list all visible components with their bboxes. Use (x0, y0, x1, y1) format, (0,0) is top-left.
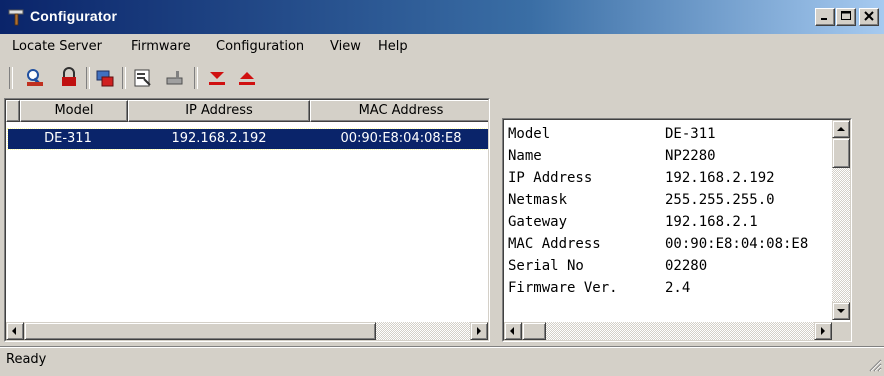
cell-mac-address: 00:90:E8:04:08:E8 (340, 131, 462, 146)
detail-value: NP2280 (665, 148, 716, 164)
status-divider (0, 347, 884, 348)
detail-value: 192.168.2.192 (665, 170, 775, 186)
menu-configuration[interactable]: Configuration (216, 39, 304, 54)
detail-value: 02280 (665, 258, 708, 274)
resize-grip-icon[interactable] (868, 358, 882, 372)
toolbar-separator (86, 67, 90, 89)
details-horizontal-scrollbar[interactable] (504, 322, 832, 340)
detail-value: 255.255.255.0 (665, 192, 775, 208)
unlock-server-icon[interactable] (58, 67, 80, 89)
menu-locate-server[interactable]: Locate Server (12, 39, 102, 54)
upgrade-firmware-icon[interactable] (94, 67, 116, 89)
arrow-up-icon (833, 125, 849, 133)
close-button[interactable] (859, 8, 879, 26)
column-header-blank[interactable] (6, 100, 20, 122)
minimize-button[interactable] (815, 8, 835, 26)
download-icon[interactable] (206, 67, 228, 89)
menu-help[interactable]: Help (378, 39, 408, 54)
toolbar-grip[interactable] (9, 67, 13, 89)
scroll-left-button[interactable] (6, 322, 24, 340)
pane-splitter[interactable] (491, 96, 497, 344)
scroll-right-button[interactable] (470, 322, 488, 340)
minimize-icon (816, 11, 834, 21)
arrow-left-icon (7, 327, 23, 335)
detail-label: MAC Address (508, 236, 601, 252)
status-bar: Ready (0, 346, 884, 374)
arrow-right-icon (471, 327, 487, 335)
configuration-properties-icon[interactable] (132, 67, 154, 89)
toolbar-separator (122, 67, 126, 89)
detail-label: Gateway (508, 214, 568, 230)
menu-bar: Locate Server Firmware Configuration Vie… (0, 36, 884, 60)
network-settings-icon[interactable] (164, 67, 186, 89)
column-header-ip-address[interactable]: IP Address (128, 100, 310, 122)
toolbar (0, 62, 884, 94)
menu-view[interactable]: View (330, 39, 361, 54)
list-horizontal-scrollbar[interactable] (6, 322, 488, 340)
detail-value: 2.4 (665, 280, 691, 296)
detail-value: 192.168.2.1 (665, 214, 758, 230)
scroll-corner (832, 322, 850, 340)
details-panel: Model DE-311 Name NP2280 IP Address 192.… (502, 118, 852, 342)
arrow-down-icon (833, 307, 849, 315)
detail-label: IP Address (508, 170, 593, 186)
maximize-icon (837, 11, 855, 21)
detail-label: Name (508, 148, 542, 164)
status-text: Ready (6, 352, 47, 367)
toolbar-separator (194, 67, 198, 89)
horizontal-scroll-thumb[interactable] (522, 322, 546, 340)
vertical-scroll-thumb[interactable] (832, 138, 850, 168)
scroll-up-button[interactable] (832, 120, 850, 138)
arrow-left-icon (505, 327, 521, 335)
close-icon (860, 11, 878, 21)
scroll-right-button[interactable] (814, 322, 832, 340)
list-header: Model IP Address MAC Address (6, 100, 488, 122)
cell-ip-address: 192.168.2.192 (171, 131, 267, 146)
detail-label: Firmware Ver. (508, 280, 618, 296)
detail-value: DE-311 (665, 126, 716, 142)
detail-label: Serial No (508, 258, 584, 274)
details-vertical-scrollbar[interactable] (832, 120, 850, 320)
menu-firmware[interactable]: Firmware (131, 39, 191, 54)
maximize-button[interactable] (836, 8, 856, 26)
scroll-left-button[interactable] (504, 322, 522, 340)
horizontal-scroll-thumb[interactable] (24, 322, 376, 340)
window-title: Configurator (30, 8, 118, 24)
title-bar[interactable]: Configurator (0, 0, 884, 34)
column-header-model[interactable]: Model (20, 100, 128, 122)
hammer-app-icon (8, 8, 26, 26)
cell-model: DE-311 (44, 131, 92, 146)
detail-value: 00:90:E8:04:08:E8 (665, 236, 809, 252)
column-header-mac-address[interactable]: MAC Address (310, 100, 488, 122)
table-row[interactable]: DE-311 192.168.2.192 00:90:E8:04:08:E8 (7, 128, 488, 150)
scroll-down-button[interactable] (832, 302, 850, 320)
upload-icon[interactable] (236, 67, 258, 89)
server-list-panel: Model IP Address MAC Address DE-311 192.… (4, 98, 490, 342)
locate-server-icon[interactable] (24, 67, 46, 89)
configurator-window: Configurator Locate Server Firmware Conf… (0, 0, 884, 374)
arrow-right-icon (815, 327, 831, 335)
detail-label: Netmask (508, 192, 568, 208)
detail-label: Model (508, 126, 551, 142)
